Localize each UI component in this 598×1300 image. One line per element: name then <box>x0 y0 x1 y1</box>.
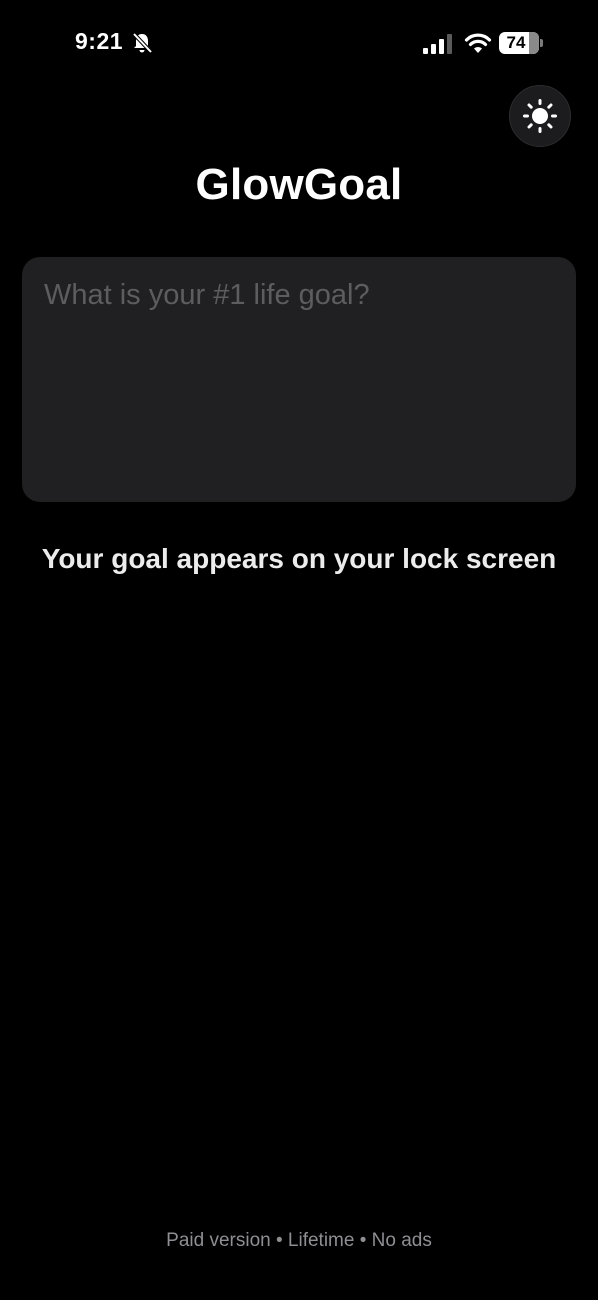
app-title: GlowGoal <box>195 160 403 209</box>
battery-level: 74 <box>506 33 526 52</box>
sun-icon <box>523 99 557 133</box>
footer-license-text: Paid version • Lifetime • No ads <box>166 1230 432 1251</box>
status-time: 9:21 <box>75 28 124 54</box>
status-bar: 9:21 74 <box>0 0 598 90</box>
theme-toggle-button[interactable] <box>509 85 571 147</box>
battery-icon: 74 <box>499 32 545 54</box>
lock-screen-hint: Your goal appears on your lock screen <box>41 543 557 574</box>
cellular-signal-icon <box>423 34 452 54</box>
bell-slash-icon <box>132 32 153 54</box>
goal-input[interactable] <box>22 257 576 502</box>
wifi-icon <box>464 33 492 53</box>
battery-body: 74 <box>499 32 539 54</box>
